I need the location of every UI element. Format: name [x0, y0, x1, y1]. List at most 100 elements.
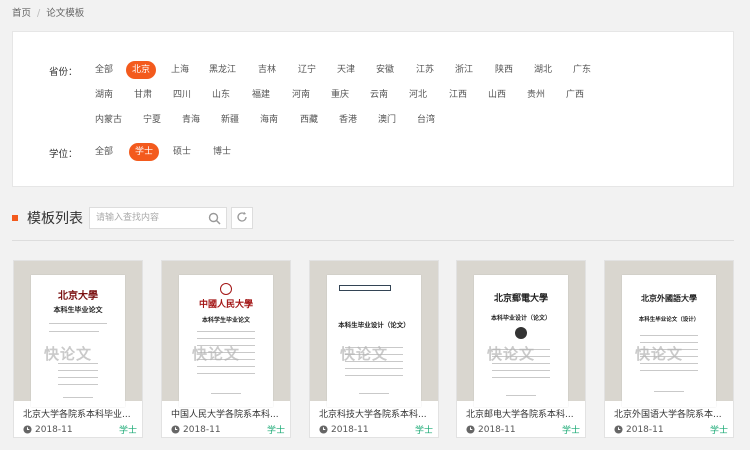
university-seal: [220, 283, 232, 295]
province-option[interactable]: 河南: [286, 86, 316, 104]
province-option[interactable]: 甘肃: [128, 86, 158, 104]
template-name[interactable]: 北京外国语大学各院系本...: [614, 407, 728, 420]
province-option[interactable]: 陕西: [489, 61, 519, 79]
template-list-title: 模板列表: [27, 211, 83, 227]
province-option[interactable]: 海南: [254, 111, 284, 129]
document-title: 本科毕业设计（论文）: [490, 315, 551, 322]
template-list-header: 模板列表: [12, 206, 253, 230]
province-option[interactable]: 山东: [206, 86, 236, 104]
template-date: 2018-11: [23, 425, 73, 435]
province-option[interactable]: 黑龙江: [203, 61, 242, 79]
province-option[interactable]: 江西: [443, 86, 473, 104]
province-option[interactable]: 香港: [333, 111, 363, 129]
university-seal: [515, 327, 527, 339]
template-date-text: 2018-11: [626, 424, 664, 435]
province-option[interactable]: 内蒙古: [89, 111, 128, 129]
watermark: 快论文: [192, 345, 241, 363]
template-card[interactable]: 北京郵電大學 本科毕业设计（论文） 快论文 北京邮电大学各院系本科... 201…: [456, 260, 586, 438]
province-option[interactable]: 贵州: [521, 86, 551, 104]
province-option[interactable]: 山西: [482, 86, 512, 104]
search-box: [89, 207, 227, 229]
province-option[interactable]: 全部: [89, 61, 119, 79]
degree-option[interactable]: 全部: [89, 143, 119, 161]
province-option[interactable]: 湖北: [528, 61, 558, 79]
refresh-button[interactable]: [231, 207, 253, 229]
document-preview: 北京大學 本科生毕业论文: [31, 275, 125, 407]
province-option[interactable]: 四川: [167, 86, 197, 104]
template-thumbnail[interactable]: 本科生毕业设计（论文） 快论文: [310, 261, 438, 407]
province-option[interactable]: 青海: [176, 111, 206, 129]
template-name[interactable]: 北京大学各院系本科毕业...: [23, 407, 137, 420]
template-date: 2018-11: [614, 425, 664, 435]
document-title: 本科学生毕业论文: [201, 317, 250, 324]
clock-icon: [466, 425, 475, 434]
document-preview: 北京外國語大學 本科生毕业论文（设计）: [622, 275, 716, 407]
university-logo: 北京郵電大學: [493, 294, 548, 304]
university-logo: 北京外國語大學: [641, 293, 697, 303]
watermark: 快论文: [340, 345, 389, 363]
watermark: 快论文: [635, 345, 684, 363]
template-date: 2018-11: [319, 425, 369, 435]
province-option[interactable]: 吉林: [252, 61, 282, 79]
clock-icon: [319, 425, 328, 434]
template-card[interactable]: 中國人民大學 本科学生毕业论文 快论文 中国人民大学各院系本科... 2018-…: [161, 260, 291, 438]
province-option[interactable]: 安徽: [370, 61, 400, 79]
document-title: 本科生毕业论文（设计）: [638, 317, 700, 323]
province-option[interactable]: 福建: [246, 86, 276, 104]
breadcrumb-current: 论文模板: [46, 8, 85, 19]
province-option-selected[interactable]: 北京: [126, 61, 157, 79]
template-thumbnail[interactable]: 中國人民大學 本科学生毕业论文 快论文: [162, 261, 290, 407]
document-preview: 中國人民大學 本科学生毕业论文: [179, 275, 273, 407]
template-name[interactable]: 中国人民大学各院系本科...: [171, 407, 285, 420]
template-card[interactable]: 北京大學 本科生毕业论文 快论文 北京大学各院系本科毕业... 2018-11 …: [13, 260, 143, 438]
province-option[interactable]: 湖南: [89, 86, 119, 104]
province-option[interactable]: 台湾: [411, 111, 441, 129]
province-option[interactable]: 云南: [364, 86, 394, 104]
university-logo: 中國人民大學: [198, 300, 253, 310]
province-option[interactable]: 重庆: [325, 86, 355, 104]
template-card[interactable]: 北京外國語大學 本科生毕业论文（设计） 快论文 北京外国语大学各院系本... 2…: [604, 260, 734, 438]
template-thumbnail[interactable]: 北京郵電大學 本科毕业设计（论文） 快论文: [457, 261, 585, 407]
template-date: 2018-11: [466, 425, 516, 435]
clock-icon: [23, 425, 32, 434]
degree-badge: 学士: [414, 426, 433, 436]
breadcrumb: 首页 / 论文模板: [12, 6, 84, 22]
search-input[interactable]: [90, 208, 202, 228]
province-option[interactable]: 上海: [165, 61, 195, 79]
template-date-text: 2018-11: [478, 424, 516, 435]
template-name[interactable]: 北京科技大学各院系本科...: [319, 407, 433, 420]
degree-option[interactable]: 博士: [207, 143, 237, 161]
province-option[interactable]: 新疆: [215, 111, 245, 129]
province-option[interactable]: 宁夏: [137, 111, 167, 129]
watermark: 快论文: [487, 345, 536, 363]
province-option[interactable]: 西藏: [294, 111, 324, 129]
template-meta: 2018-11 学士: [23, 423, 137, 436]
template-meta: 2018-11 学士: [466, 423, 580, 436]
degree-option-selected[interactable]: 学士: [129, 143, 160, 161]
province-option[interactable]: 浙江: [449, 61, 479, 79]
province-option[interactable]: 江苏: [410, 61, 440, 79]
breadcrumb-separator: /: [37, 8, 41, 19]
template-date-text: 2018-11: [331, 424, 369, 435]
degree-label: 学位：: [49, 149, 78, 160]
template-thumbnail[interactable]: 北京大學 本科生毕业论文 快论文: [14, 261, 142, 407]
province-option[interactable]: 辽宁: [292, 61, 322, 79]
template-name[interactable]: 北京邮电大学各院系本科...: [466, 407, 580, 420]
degree-badge: 学士: [561, 426, 580, 436]
divider: [12, 240, 734, 241]
template-meta: 2018-11 学士: [319, 423, 433, 436]
province-option[interactable]: 天津: [331, 61, 361, 79]
search-icon[interactable]: [202, 208, 226, 228]
template-date: 2018-11: [171, 425, 221, 435]
template-thumbnail[interactable]: 北京外國語大學 本科生毕业论文（设计） 快论文: [605, 261, 733, 407]
breadcrumb-home[interactable]: 首页: [12, 8, 31, 19]
template-card[interactable]: 本科生毕业设计（论文） 快论文 北京科技大学各院系本科... 2018-11 学…: [309, 260, 439, 438]
degree-badge: 学士: [709, 426, 728, 436]
template-meta: 2018-11 学士: [614, 423, 728, 436]
province-option[interactable]: 澳门: [372, 111, 402, 129]
province-option[interactable]: 广西: [560, 86, 590, 104]
degree-option[interactable]: 硕士: [167, 143, 197, 161]
province-option[interactable]: 广东: [567, 61, 597, 79]
degree-badge: 学士: [266, 426, 285, 436]
province-option[interactable]: 河北: [403, 86, 433, 104]
